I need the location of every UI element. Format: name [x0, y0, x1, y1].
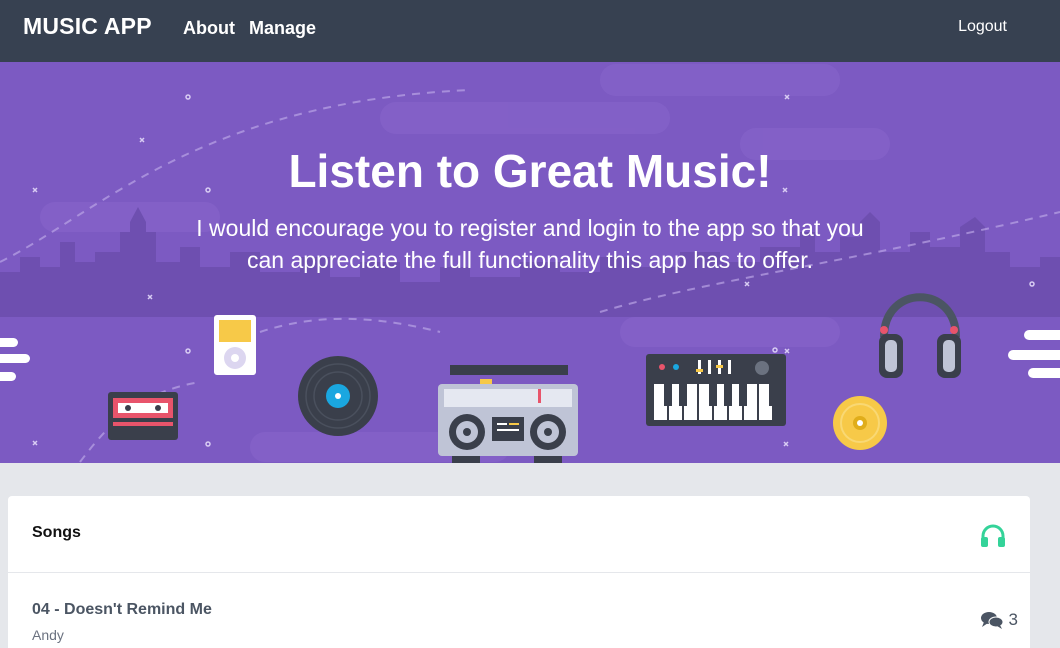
boombox-icon — [438, 365, 578, 463]
hero-subtitle: I would encourage you to register and lo… — [196, 215, 864, 273]
headphones-icon — [981, 524, 1005, 547]
songs-title: Songs — [32, 524, 81, 541]
music-player-icon — [214, 315, 256, 375]
vinyl-record-icon — [298, 356, 378, 436]
nav-link-about[interactable]: About — [183, 18, 235, 39]
songs-card-header: Songs — [8, 496, 1030, 573]
keyboard-synth-icon — [646, 354, 786, 426]
song-artist: Andy — [32, 627, 64, 643]
hero-title: Listen to Great Music! — [288, 145, 772, 197]
comment-count-value: 3 — [1008, 610, 1018, 629]
navbar: MUSIC APP About Manage Logout — [0, 0, 1060, 62]
cd-disc-icon — [833, 396, 887, 450]
nav-link-manage[interactable]: Manage — [249, 18, 316, 39]
cassette-icon — [108, 392, 178, 440]
song-title[interactable]: 04 - Doesn't Remind Me — [32, 601, 212, 619]
comments-icon — [980, 612, 1003, 629]
song-list-item[interactable]: 04 - Doesn't Remind Me Andy 3 — [8, 574, 1030, 648]
logout-link[interactable]: Logout — [958, 18, 1007, 36]
hero-banner: Listen to Great Music! I would encourage… — [0, 62, 1060, 463]
comment-count: 3 — [980, 610, 1018, 630]
songs-card: Songs 04 - Doesn't Remind Me Andy 3 — [8, 496, 1030, 648]
brand-logo[interactable]: MUSIC APP — [23, 13, 152, 40]
